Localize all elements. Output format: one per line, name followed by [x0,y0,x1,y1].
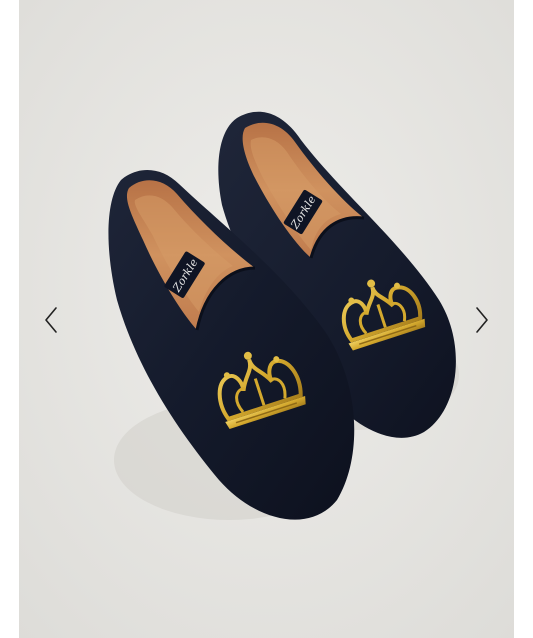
chevron-right-icon [476,307,488,333]
chevron-left-icon [45,307,57,333]
next-image-button[interactable] [467,300,497,340]
previous-image-button[interactable] [36,300,66,340]
product-photo: Zorkle Zorkle [19,0,514,638]
image-viewer: Zorkle Zorkle [0,0,533,638]
